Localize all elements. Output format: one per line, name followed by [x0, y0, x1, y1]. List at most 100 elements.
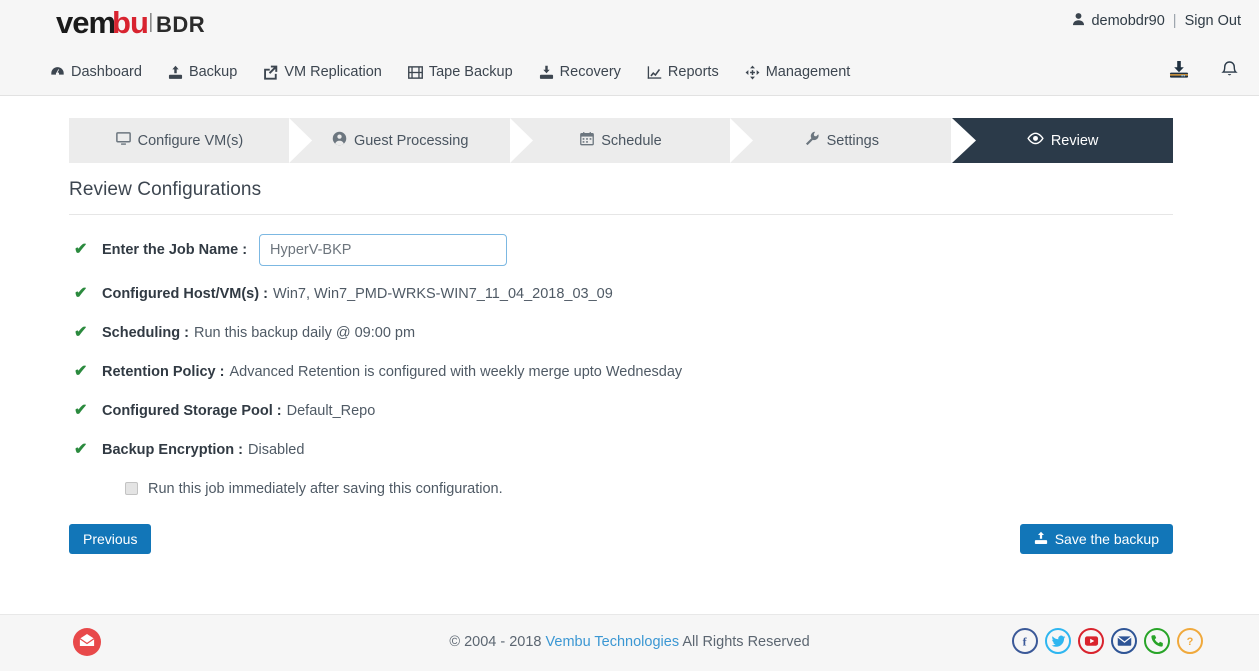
- row-key: Retention Policy :: [102, 363, 225, 380]
- run-now-checkbox[interactable]: [125, 482, 138, 495]
- nav-item-tape-backup[interactable]: Tape Backup: [407, 64, 513, 80]
- check-icon: ✔: [74, 284, 88, 302]
- chart-line-icon: [647, 65, 662, 80]
- row-value: Run this backup daily @ 09:00 pm: [194, 324, 416, 341]
- wizard-step-schedule[interactable]: Schedule: [510, 118, 754, 163]
- svg-text:u: u: [130, 7, 148, 40]
- review-rows: ✔ Enter the Job Name : ✔ Configured Host…: [69, 215, 1173, 508]
- share-square-icon: [263, 65, 278, 80]
- upload-icon: [1034, 531, 1048, 548]
- download-icon: [539, 65, 554, 80]
- dashboard-icon: [50, 65, 65, 80]
- download-tray-icon[interactable]: [1168, 60, 1190, 85]
- svg-text:b: b: [112, 7, 130, 40]
- social-links: f ?: [1012, 628, 1203, 654]
- nav-item-recovery[interactable]: Recovery: [539, 64, 621, 80]
- vembu-logo[interactable]: vem b u BDR: [56, 4, 226, 44]
- phone-icon[interactable]: [1144, 628, 1170, 654]
- wizard-step-guest-processing[interactable]: Guest Processing: [289, 118, 533, 163]
- main-navigation: Dashboard Backup VM Replication Tape Bac…: [0, 48, 1259, 96]
- calendar-icon: [580, 131, 595, 150]
- svg-text:vem: vem: [56, 7, 115, 40]
- save-backup-label: Save the backup: [1054, 531, 1159, 547]
- nav-label: Management: [765, 64, 851, 80]
- row-value: Win7, Win7_PMD-WRKS-WIN7_11_04_2018_03_0…: [272, 285, 613, 302]
- facebook-icon[interactable]: f: [1012, 628, 1038, 654]
- row-value: Disabled: [248, 441, 305, 458]
- review-row-storage-pool: ✔ Configured Storage Pool : Default_Repo: [69, 391, 1173, 430]
- twitter-icon[interactable]: [1045, 628, 1071, 654]
- previous-button-label: Previous: [83, 531, 138, 547]
- nav-label: Tape Backup: [428, 64, 513, 80]
- email-icon[interactable]: [1111, 628, 1137, 654]
- run-now-row: Run this job immediately after saving th…: [69, 469, 1173, 508]
- review-panel: Review Configurations ✔ Enter the Job Na…: [69, 163, 1173, 554]
- account-separator: |: [1172, 13, 1177, 29]
- page-title: Review Configurations: [69, 179, 262, 200]
- wrench-icon: [805, 131, 820, 150]
- sign-out-link[interactable]: Sign Out: [1185, 13, 1241, 29]
- review-row-job-name: ✔ Enter the Job Name :: [69, 226, 1173, 274]
- nav-items: Dashboard Backup VM Replication Tape Bac…: [50, 48, 850, 96]
- nav-label: Backup: [188, 64, 238, 80]
- review-row-backup-encryption: ✔ Backup Encryption : Disabled: [69, 430, 1173, 469]
- wizard-step-label: Guest Processing: [353, 132, 469, 149]
- row-key: Scheduling :: [102, 324, 189, 341]
- check-icon: ✔: [74, 401, 88, 419]
- row-key: Backup Encryption :: [102, 441, 243, 458]
- user-icon: [1072, 12, 1085, 30]
- review-row-scheduling: ✔ Scheduling : Run this backup daily @ 0…: [69, 313, 1173, 352]
- check-icon: ✔: [74, 362, 88, 380]
- user-circle-icon: [332, 131, 347, 150]
- wizard-step-configure-vms[interactable]: Configure VM(s): [69, 118, 312, 163]
- row-value: Advanced Retention is configured with we…: [229, 363, 683, 380]
- review-row-retention-policy: ✔ Retention Policy : Advanced Retention …: [69, 352, 1173, 391]
- wizard-actions: Previous Save the backup: [69, 524, 1173, 554]
- copyright-suffix: All Rights Reserved: [682, 634, 810, 650]
- active-step-chevron: [952, 118, 977, 163]
- wizard-step-review[interactable]: Review: [952, 118, 1173, 163]
- svg-text:?: ?: [1187, 636, 1194, 648]
- wizard-steps: Configure VM(s) Guest Processing Schedul…: [69, 118, 1173, 163]
- save-backup-button[interactable]: Save the backup: [1019, 524, 1173, 554]
- feedback-button[interactable]: [73, 628, 101, 656]
- vembu-technologies-link[interactable]: Vembu Technologies: [546, 634, 680, 650]
- row-key: Configured Storage Pool :: [102, 402, 282, 419]
- nav-label: Reports: [667, 64, 719, 80]
- help-icon[interactable]: ?: [1177, 628, 1203, 654]
- wizard-step-label: Review: [1050, 132, 1099, 149]
- upload-icon: [168, 65, 183, 80]
- row-value: Default_Repo: [286, 402, 376, 419]
- nav-tools: [1168, 48, 1239, 96]
- envelope-open-icon: [79, 633, 95, 652]
- job-name-input[interactable]: [259, 234, 508, 266]
- nav-item-backup[interactable]: Backup: [168, 64, 237, 80]
- page-content: Configure VM(s) Guest Processing Schedul…: [0, 118, 1259, 554]
- svg-text:BDR: BDR: [156, 12, 205, 37]
- wizard-step-settings[interactable]: Settings: [731, 118, 975, 163]
- svg-text:f: f: [1023, 634, 1028, 648]
- run-now-label: Run this job immediately after saving th…: [148, 480, 503, 497]
- nav-label: Dashboard: [71, 64, 142, 80]
- wizard-step-label: Configure VM(s): [137, 132, 244, 149]
- job-name-label: Enter the Job Name :: [102, 242, 248, 258]
- row-key: Configured Host/VM(s) :: [102, 285, 268, 302]
- account-username: demobdr90: [1091, 13, 1165, 29]
- bell-icon[interactable]: [1220, 60, 1239, 85]
- check-icon: ✔: [74, 323, 88, 341]
- nav-item-dashboard[interactable]: Dashboard: [50, 64, 142, 80]
- nav-label: Recovery: [559, 64, 621, 80]
- eye-icon: [1027, 132, 1044, 149]
- nav-item-management[interactable]: Management: [745, 64, 851, 80]
- nav-item-reports[interactable]: Reports: [647, 64, 719, 80]
- nav-label: VM Replication: [284, 64, 382, 80]
- youtube-icon[interactable]: [1078, 628, 1104, 654]
- arrows-move-icon: [745, 65, 760, 80]
- nav-item-vm-replication[interactable]: VM Replication: [263, 64, 382, 80]
- wizard-step-label: Settings: [826, 132, 879, 149]
- check-icon: ✔: [74, 440, 88, 458]
- review-row-configured-hosts: ✔ Configured Host/VM(s) : Win7, Win7_PMD…: [69, 274, 1173, 313]
- copyright-prefix: © 2004 - 2018: [449, 634, 542, 650]
- top-bar: vem b u BDR demobdr90 | Sign Out: [0, 0, 1259, 48]
- previous-button[interactable]: Previous: [69, 524, 152, 554]
